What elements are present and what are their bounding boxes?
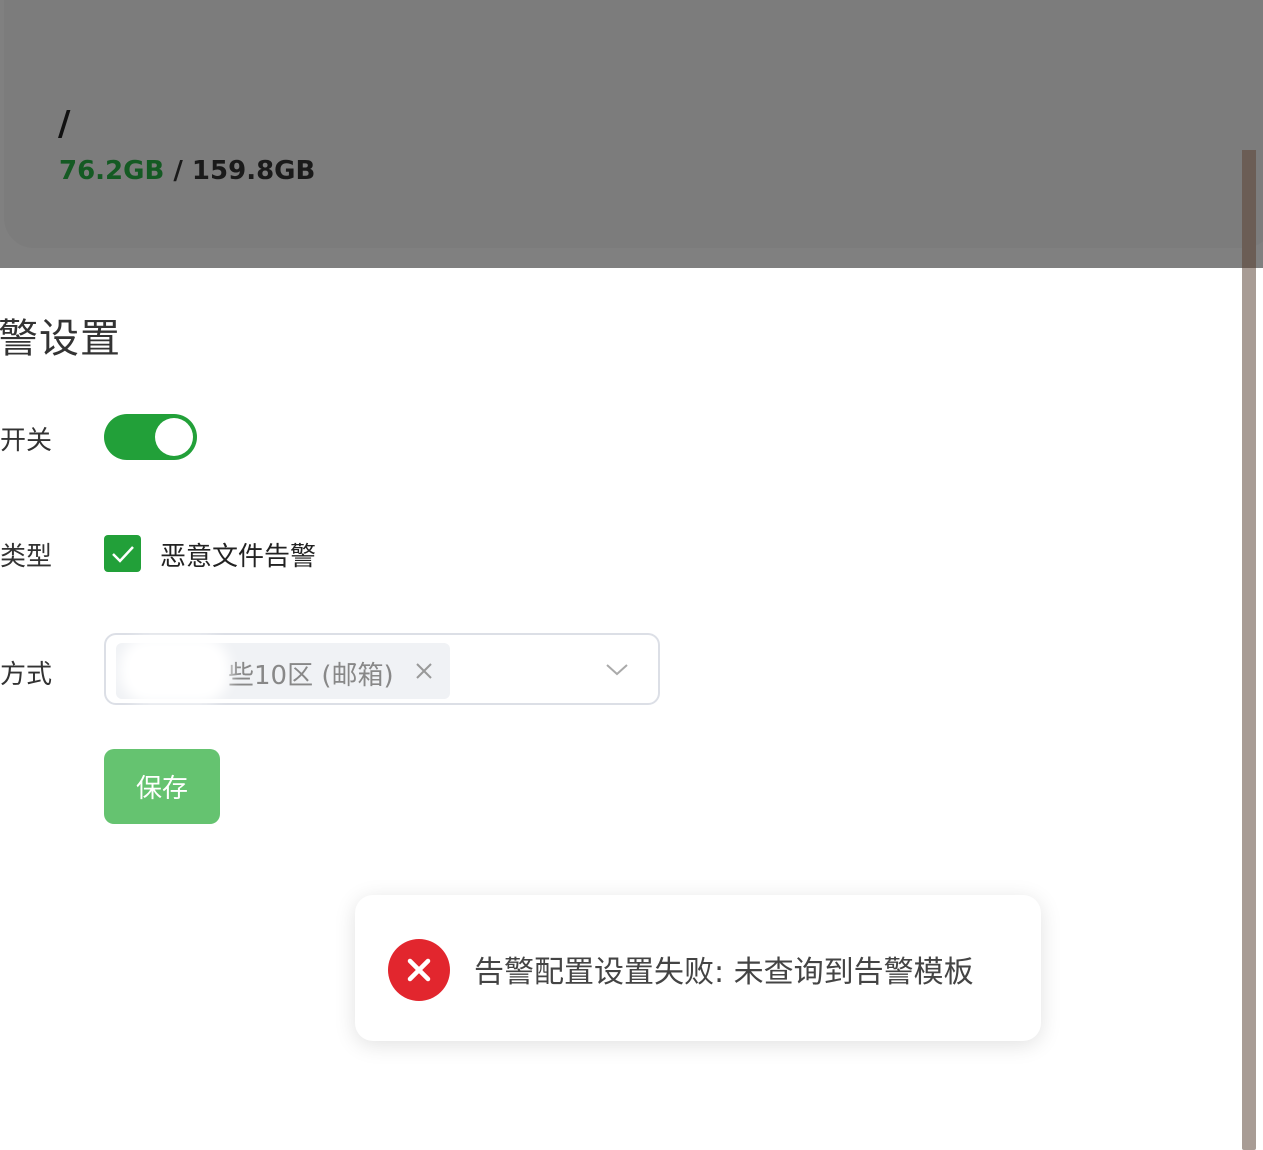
selected-method-tag: 些10区 (邮箱) [116,637,450,703]
disk-mount-path: / [58,104,71,144]
error-toast: 告警配置设置失败: 未查询到告警模板 [355,895,1041,1041]
redacted-blur [120,637,230,703]
error-icon [388,939,450,1001]
malware-alert-label: 恶意文件告警 [160,542,317,572]
page-title: 警设置 [0,316,121,362]
close-icon[interactable] [410,657,438,685]
switch-label: 开关 [0,426,53,456]
type-label: 类型 [0,542,53,572]
scrollbar-thumb[interactable] [1242,150,1256,268]
disk-usage: 76.2GB / 159.8GB [59,156,315,186]
save-button[interactable]: 保存 [104,749,220,824]
disk-total: 159.8GB [191,156,316,186]
toggle-knob [155,418,193,456]
disk-used: 76.2GB [59,156,165,186]
scrollbar-track[interactable] [1242,150,1256,1150]
check-icon [112,546,134,563]
selected-method-text: 些10区 (邮箱) [228,661,394,691]
disk-separator: / [164,156,192,186]
alert-toggle[interactable] [104,414,197,460]
toast-message: 告警配置设置失败: 未查询到告警模板 [474,955,974,990]
alert-method-select[interactable]: 些10区 (邮箱) [104,633,660,705]
chevron-down-icon[interactable] [604,659,630,679]
method-label: 方式 [0,660,53,690]
disk-card [4,0,1263,248]
malware-alert-checkbox[interactable] [104,535,141,572]
